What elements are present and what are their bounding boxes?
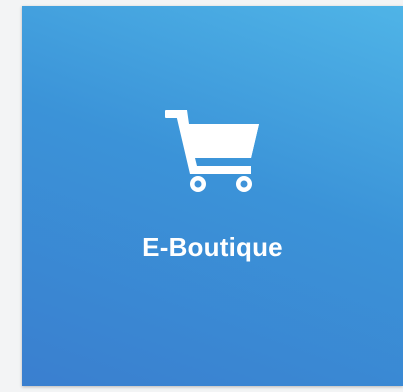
- shopping-cart-icon: [164, 108, 261, 194]
- page: E-Boutique: [0, 0, 403, 392]
- e-boutique-tile[interactable]: E-Boutique: [22, 6, 403, 386]
- tile-label: E-Boutique: [142, 232, 283, 262]
